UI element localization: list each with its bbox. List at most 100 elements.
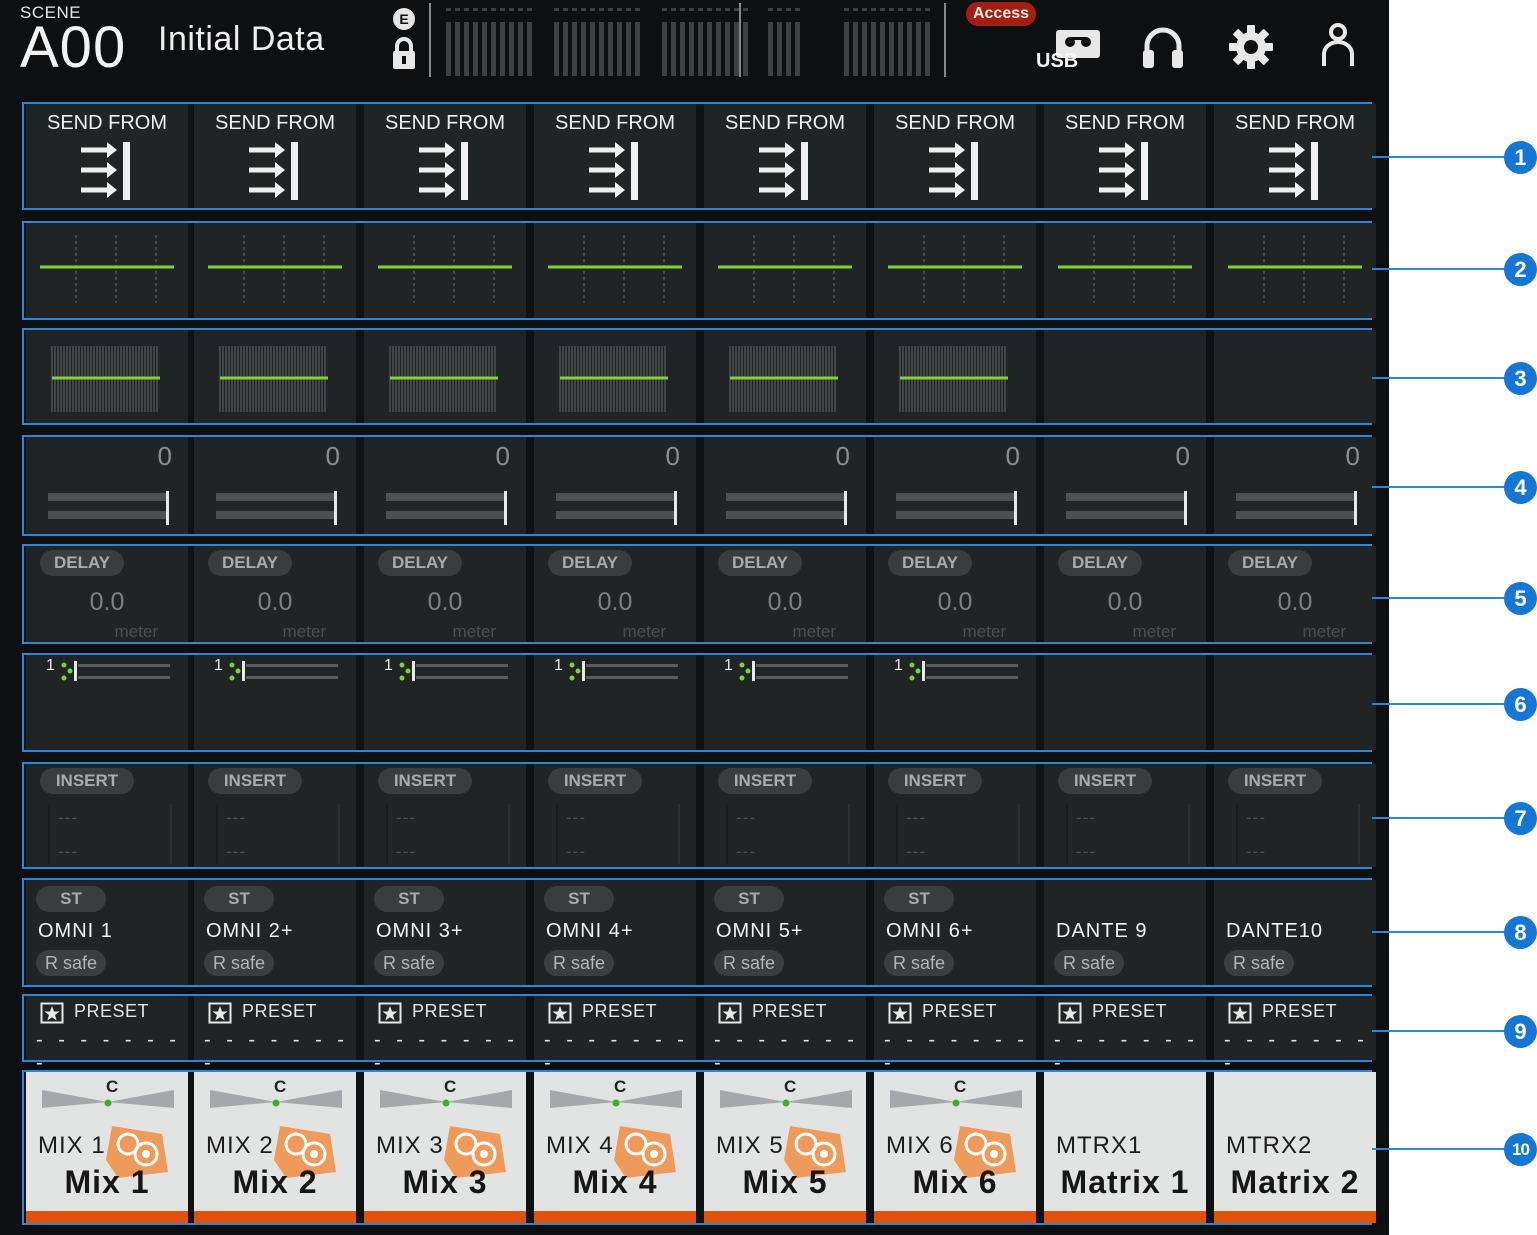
recall-safe-button[interactable]: R safe	[374, 950, 444, 976]
dynamics-graph[interactable]	[194, 330, 356, 427]
cell-send-1[interactable]: SEND FROM	[26, 104, 188, 208]
cell-eq-6[interactable]	[874, 223, 1036, 318]
cell-port-5[interactable]: ST OMNI 5+ R safe	[704, 880, 866, 985]
output-port[interactable]: OMNI 1	[38, 920, 113, 943]
insert-button[interactable]: INSERT	[40, 768, 134, 794]
cell-gain-2[interactable]: 0	[194, 437, 356, 534]
channel-name-button[interactable]: C MIX 4 Mix 4	[534, 1072, 696, 1223]
cell-dyn-3[interactable]	[364, 330, 526, 423]
gear-icon[interactable]	[1228, 24, 1274, 70]
cell-insert-7[interactable]: INSERT --- ---	[1044, 764, 1206, 867]
cell-gain-6[interactable]: 0	[874, 437, 1036, 534]
insert-button[interactable]: INSERT	[1058, 768, 1152, 794]
eq-graph[interactable]	[194, 223, 356, 322]
cell-port-1[interactable]: ST OMNI 1 R safe	[26, 880, 188, 985]
cell-eq-5[interactable]	[704, 223, 866, 318]
cell-preset-7[interactable]: PRESET - - - - - - - -	[1044, 996, 1206, 1074]
delay-button[interactable]: DELAY	[1228, 550, 1312, 576]
recall-safe-button[interactable]: R safe	[1224, 950, 1294, 976]
output-port[interactable]: DANTE 9	[1056, 920, 1147, 943]
cell-gain-3[interactable]: 0	[364, 437, 526, 534]
cell-dyn-6[interactable]	[874, 330, 1036, 423]
cell-port-6[interactable]: ST OMNI 6+ R safe	[874, 880, 1036, 985]
channel-name-button[interactable]: C MIX 1 Mix 1	[26, 1072, 188, 1223]
st-button[interactable]: ST	[884, 886, 954, 912]
cell-delay-2[interactable]: DELAY 0.0 meter	[194, 546, 356, 642]
cell-dyn-7[interactable]	[1044, 330, 1206, 423]
eq-graph[interactable]	[534, 223, 696, 322]
cell-dyn-2[interactable]	[194, 330, 356, 423]
cell-dyn-4[interactable]	[534, 330, 696, 423]
delay-button[interactable]: DELAY	[208, 550, 292, 576]
st-button[interactable]: ST	[714, 886, 784, 912]
output-port[interactable]: OMNI 4+	[546, 920, 634, 943]
st-button[interactable]: ST	[36, 886, 106, 912]
st-button[interactable]: ST	[204, 886, 274, 912]
lock-icon[interactable]	[391, 36, 417, 72]
cell-dyn-8[interactable]	[1214, 330, 1376, 423]
insert-button[interactable]: INSERT	[378, 768, 472, 794]
recall-safe-button[interactable]: R safe	[36, 950, 106, 976]
cell-delay-6[interactable]: DELAY 0.0 meter	[874, 546, 1036, 642]
cell-send-7[interactable]: SEND FROM	[1044, 104, 1206, 208]
cell-preset-3[interactable]: PRESET - - - - - - - -	[364, 996, 526, 1074]
delay-button[interactable]: DELAY	[718, 550, 802, 576]
cell-send-2[interactable]: SEND FROM	[194, 104, 356, 208]
cell-insert-5[interactable]: INSERT --- ---	[704, 764, 866, 867]
cell-eq-1[interactable]	[26, 223, 188, 318]
cell-dyn2-2[interactable]: 1	[194, 655, 356, 750]
recall-safe-button[interactable]: R safe	[544, 950, 614, 976]
channel-name-button[interactable]: C MIX 6 Mix 6	[874, 1072, 1036, 1223]
cell-dyn2-5[interactable]: 1	[704, 655, 866, 750]
cell-dyn2-1[interactable]: 1	[26, 655, 188, 750]
output-port[interactable]: OMNI 3+	[376, 920, 464, 943]
cell-gain-8[interactable]: 0	[1214, 437, 1376, 534]
cell-port-4[interactable]: ST OMNI 4+ R safe	[534, 880, 696, 985]
output-port[interactable]: DANTE10	[1226, 920, 1323, 943]
delay-button[interactable]: DELAY	[1058, 550, 1142, 576]
cell-delay-4[interactable]: DELAY 0.0 meter	[534, 546, 696, 642]
cell-delay-1[interactable]: DELAY 0.0 meter	[26, 546, 188, 642]
recall-safe-button[interactable]: R safe	[884, 950, 954, 976]
cell-preset-1[interactable]: PRESET - - - - - - - -	[26, 996, 188, 1074]
preset-name[interactable]: - - - - - - - -	[36, 1029, 188, 1075]
eq-graph[interactable]	[1214, 223, 1376, 322]
dynamics-graph[interactable]	[364, 330, 526, 427]
cell-insert-2[interactable]: INSERT --- ---	[194, 764, 356, 867]
cell-port-3[interactable]: ST OMNI 3+ R safe	[364, 880, 526, 985]
delay-button[interactable]: DELAY	[548, 550, 632, 576]
cell-eq-8[interactable]	[1214, 223, 1376, 318]
channel-name-button[interactable]: C MIX 2 Mix 2	[194, 1072, 356, 1223]
preset-name[interactable]: - - - - - - - -	[714, 1029, 866, 1075]
cell-gain-7[interactable]: 0	[1044, 437, 1206, 534]
cell-dyn-1[interactable]	[26, 330, 188, 423]
insert-button[interactable]: INSERT	[888, 768, 982, 794]
preset-name[interactable]: - - - - - - - -	[1224, 1029, 1376, 1075]
cell-preset-4[interactable]: PRESET - - - - - - - -	[534, 996, 696, 1074]
channel-name-button[interactable]: MTRX2 Matrix 2	[1214, 1072, 1376, 1223]
preset-name[interactable]: - - - - - - - -	[1054, 1029, 1206, 1075]
cell-preset-5[interactable]: PRESET - - - - - - - -	[704, 996, 866, 1074]
cell-insert-8[interactable]: INSERT --- ---	[1214, 764, 1376, 867]
recall-safe-button[interactable]: R safe	[1054, 950, 1124, 976]
cell-send-4[interactable]: SEND FROM	[534, 104, 696, 208]
cell-dyn2-7[interactable]	[1044, 655, 1206, 750]
cell-preset-6[interactable]: PRESET - - - - - - - -	[874, 996, 1036, 1074]
dynamics-graph[interactable]	[26, 330, 188, 427]
cell-insert-4[interactable]: INSERT --- ---	[534, 764, 696, 867]
channel-name-button[interactable]: C MIX 5 Mix 5	[704, 1072, 866, 1223]
cell-eq-7[interactable]	[1044, 223, 1206, 318]
cell-gain-4[interactable]: 0	[534, 437, 696, 534]
st-button[interactable]: ST	[544, 886, 614, 912]
cell-preset-2[interactable]: PRESET - - - - - - - -	[194, 996, 356, 1074]
delay-button[interactable]: DELAY	[378, 550, 462, 576]
cell-port-7[interactable]: DANTE 9 R safe	[1044, 880, 1206, 985]
delay-button[interactable]: DELAY	[888, 550, 972, 576]
cell-dyn2-4[interactable]: 1	[534, 655, 696, 750]
cell-dyn2-8[interactable]	[1214, 655, 1376, 750]
scene-number[interactable]: A00	[20, 18, 126, 78]
cell-gain-5[interactable]: 0	[704, 437, 866, 534]
channel-name-button[interactable]: MTRX1 Matrix 1	[1044, 1072, 1206, 1223]
cell-port-2[interactable]: ST OMNI 2+ R safe	[194, 880, 356, 985]
cell-send-5[interactable]: SEND FROM	[704, 104, 866, 208]
